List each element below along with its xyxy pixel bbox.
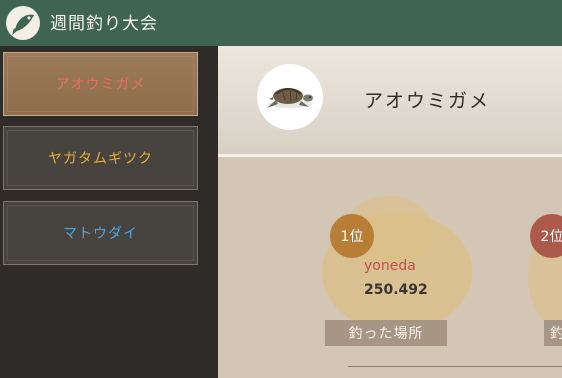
rank-badge-1: 1位	[330, 214, 374, 258]
fish-detail-panel: アオウミガメ 1位 yoneda 250.492 釣った場所 2位 釣	[218, 46, 562, 378]
sidebar-item-label: マトウダイ	[63, 226, 138, 242]
sea-turtle-icon	[267, 88, 313, 108]
fish-thumbnail	[257, 64, 323, 130]
fish-list-sidebar: アオウミガメ ヤガタムギツク マトウダイ	[0, 46, 218, 378]
catch-location-button[interactable]: 釣った場所	[325, 320, 447, 346]
divider-line	[348, 366, 562, 367]
sidebar-item-label: ヤガタムギツク	[48, 151, 153, 167]
sidebar-item-label: アオウミガメ	[55, 77, 146, 93]
fish-name-title: アオウミガメ	[364, 90, 491, 112]
sidebar-item-matoudai[interactable]: マトウダイ	[3, 201, 198, 265]
player-score: 250.492	[364, 282, 428, 298]
sidebar-item-aoumigame[interactable]: アオウミガメ	[3, 52, 198, 116]
player-name: yoneda	[364, 258, 416, 274]
sidebar-item-yagatamugitsuku[interactable]: ヤガタムギツク	[3, 126, 198, 190]
app-header: 週間釣り大会	[0, 0, 562, 47]
catch-location-button-2[interactable]: 釣	[544, 320, 562, 346]
fish-logo-icon	[6, 6, 40, 40]
app-title: 週間釣り大会	[50, 14, 158, 34]
